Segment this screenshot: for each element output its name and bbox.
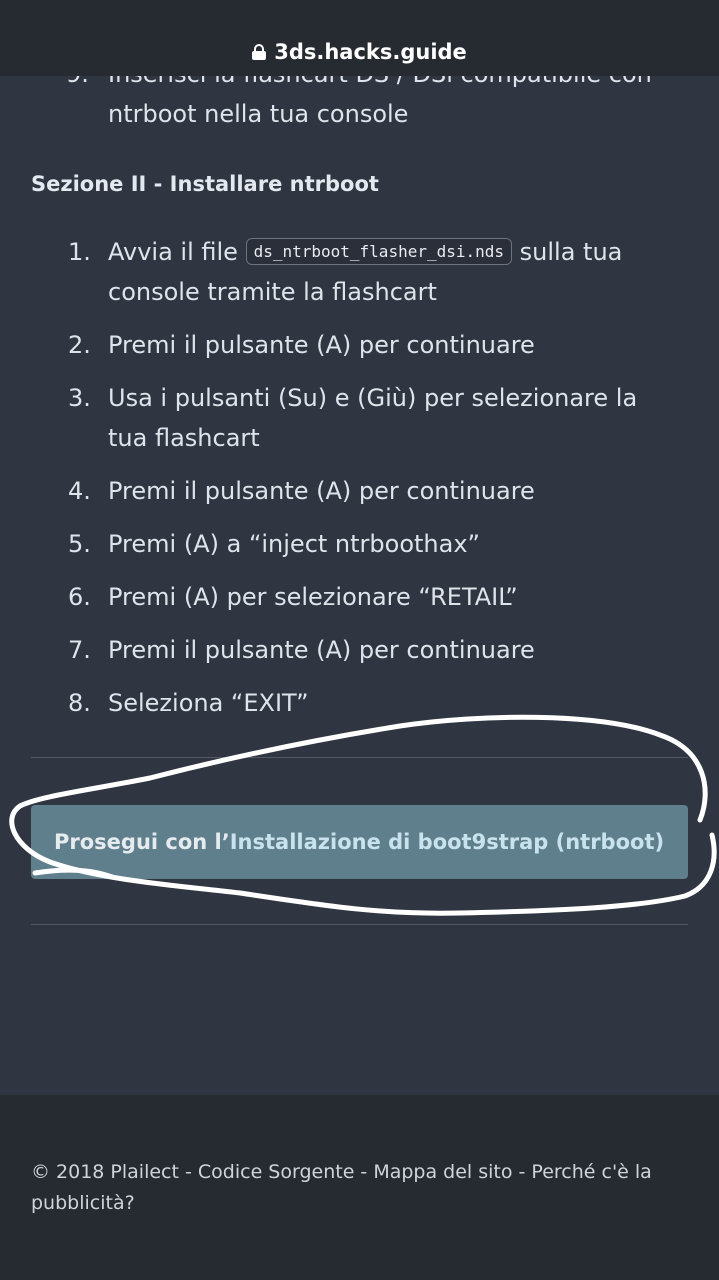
- list-item: 3. Usa i pulsanti (Su) e (Giù) per selez…: [0, 378, 719, 458]
- filename-code: ds_ntrboot_flasher_dsi.nds: [245, 238, 513, 265]
- list-item: 4. Premi il pulsante (A) per continuare: [0, 471, 719, 511]
- list-number: 7.: [68, 636, 91, 664]
- url-display[interactable]: 3ds.hacks.guide: [252, 40, 467, 64]
- list-number: 5.: [68, 530, 91, 558]
- list-text: Usa i pulsanti (Su) e (Giù) per selezion…: [108, 384, 638, 452]
- lock-icon: [252, 44, 267, 60]
- list-number: 4.: [68, 477, 91, 505]
- list-item: 1. Avvia il file ds_ntrboot_flasher_dsi.…: [0, 232, 719, 312]
- list-number: 6.: [68, 583, 91, 611]
- footer: © 2018 Plailect - Codice Sorgente - Mapp…: [0, 1095, 719, 1280]
- steps-list: 1. Avvia il file ds_ntrboot_flasher_dsi.…: [0, 232, 719, 736]
- list-item: 8. Seleziona “EXIT”: [0, 683, 719, 723]
- list-item: 7. Premi il pulsante (A) per continuare: [0, 630, 719, 670]
- list-item: 5. Premi (A) a “inject ntrboothax”: [0, 524, 719, 564]
- list-text: Premi (A) a “inject ntrboothax”: [108, 530, 480, 558]
- divider: [31, 924, 688, 925]
- list-text-before: Avvia il file: [108, 238, 246, 266]
- next-step-notice: Prosegui con l’ Installazione di boot9str…: [31, 805, 688, 879]
- list-text: Seleziona “EXIT”: [108, 689, 309, 717]
- list-text: Premi (A) per selezionare “RETAIL”: [108, 583, 518, 611]
- url-text: 3ds.hacks.guide: [274, 40, 467, 64]
- list-number: 2.: [68, 331, 91, 359]
- list-item: 6. Premi (A) per selezionare “RETAIL”: [0, 577, 719, 617]
- section-title: Sezione II - Installare ntrboot: [31, 172, 379, 196]
- list-text: Premi il pulsante (A) per continuare: [108, 477, 535, 505]
- list-number: 1.: [68, 238, 91, 266]
- list-item: 2. Premi il pulsante (A) per continuare: [0, 325, 719, 365]
- divider: [31, 757, 688, 758]
- list-number: 3.: [68, 384, 91, 412]
- next-step-link[interactable]: Installazione di boot9strap (ntrboot): [230, 830, 664, 854]
- footer-text: © 2018 Plailect - Codice Sorgente - Mapp…: [31, 1161, 652, 1214]
- list-text: Premi il pulsante (A) per continuare: [108, 331, 535, 359]
- list-text: Premi il pulsante (A) per continuare: [108, 636, 535, 664]
- list-number: 8.: [68, 689, 91, 717]
- next-step-prefix: Prosegui con l’: [54, 830, 230, 854]
- address-bar[interactable]: 3ds.hacks.guide: [0, 0, 719, 76]
